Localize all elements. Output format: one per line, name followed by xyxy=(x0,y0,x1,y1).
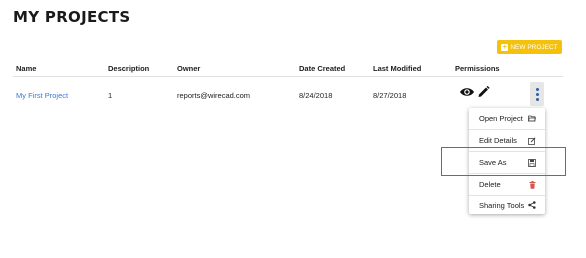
share-icon xyxy=(528,201,536,209)
page-title: MY PROJECTS xyxy=(13,8,131,26)
kebab-dot-icon xyxy=(535,97,539,101)
kebab-dot-icon xyxy=(535,92,539,96)
project-last-modified: 8/27/2018 xyxy=(373,91,407,100)
column-header-permissions: Permissions xyxy=(455,64,500,73)
menu-item-open-project[interactable]: Open Project xyxy=(469,108,545,129)
menu-item-label: Open Project xyxy=(479,114,523,123)
project-date-created: 8/24/2018 xyxy=(299,91,333,100)
project-description: 1 xyxy=(108,91,113,100)
pencil-icon xyxy=(477,85,490,103)
eye-icon xyxy=(459,85,475,103)
menu-item-delete[interactable]: Delete xyxy=(469,174,545,195)
column-header-owner[interactable]: Owner xyxy=(177,64,200,73)
project-name-link[interactable]: My First Project xyxy=(16,91,68,100)
save-as-highlight-box xyxy=(441,147,566,176)
menu-item-label: Edit Details xyxy=(479,136,517,145)
permissions-icons xyxy=(459,85,490,103)
column-header-name[interactable]: Name xyxy=(16,64,36,73)
column-header-date-created[interactable]: Date Created xyxy=(299,64,345,73)
edit-icon xyxy=(528,136,536,145)
header-divider xyxy=(13,76,563,77)
column-header-last-modified[interactable]: Last Modified xyxy=(373,64,421,73)
trash-icon xyxy=(528,180,536,189)
folder-open-icon xyxy=(528,115,536,123)
project-owner: reports@wirecad.com xyxy=(177,91,251,100)
new-project-label: NEW PROJECT xyxy=(510,43,558,51)
menu-item-label: Delete xyxy=(479,180,501,189)
menu-item-label: Sharing Tools xyxy=(479,200,525,210)
column-header-description[interactable]: Description xyxy=(108,64,149,73)
kebab-dot-icon xyxy=(535,87,539,91)
new-project-button[interactable]: + NEW PROJECT xyxy=(497,40,562,54)
plus-icon: + xyxy=(501,43,509,51)
menu-item-sharing-tools[interactable]: Sharing Tools xyxy=(469,196,545,214)
row-actions-button[interactable] xyxy=(530,82,544,106)
